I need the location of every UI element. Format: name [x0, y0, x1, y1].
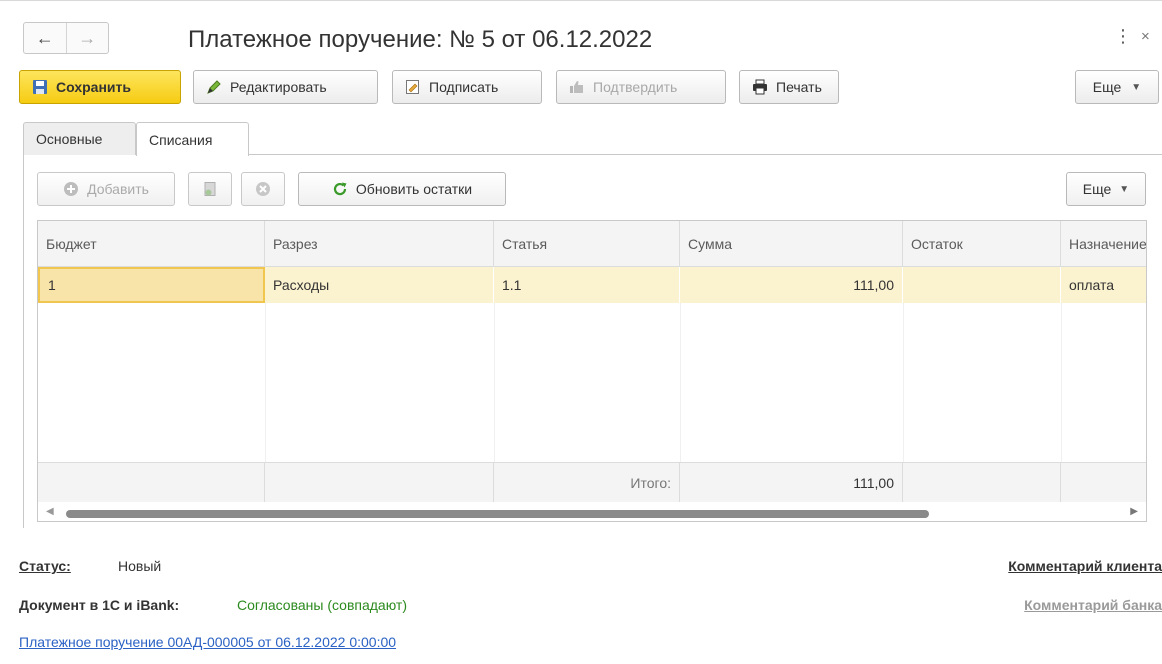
- confirm-button[interactable]: Подтвердить: [556, 70, 726, 104]
- forward-arrow-icon[interactable]: →: [65, 23, 109, 53]
- history-nav: ← →: [23, 22, 109, 54]
- table-more-button[interactable]: Еще ▼: [1066, 172, 1146, 206]
- more-menu-icon[interactable]: ⋮: [1114, 26, 1132, 46]
- save-button[interactable]: Сохранить: [19, 70, 181, 104]
- add-row-button[interactable]: Добавить: [37, 172, 175, 206]
- delete-circle-icon: [256, 182, 270, 196]
- close-icon[interactable]: ×: [1141, 27, 1150, 47]
- refresh-icon: [333, 182, 347, 196]
- scrollbar-thumb[interactable]: [66, 510, 929, 518]
- cell-article[interactable]: 1.1: [494, 267, 680, 303]
- column-header-article[interactable]: Статья: [494, 221, 680, 266]
- table-footer: Итого: 111,00: [38, 462, 1146, 502]
- footer-cell: [903, 463, 1061, 502]
- bank-comment-link[interactable]: Комментарий банка: [1024, 597, 1162, 613]
- edit-button[interactable]: Редактировать: [193, 70, 378, 104]
- scroll-left-icon[interactable]: ◀: [46, 506, 54, 517]
- table-row[interactable]: 1 Расходы 1.1 111,00 оплата: [38, 267, 1146, 303]
- title-bar: ← → Платежное поручение: № 5 от 06.12.20…: [0, 0, 1162, 60]
- sync-status: Согласованы (совпадают): [237, 597, 407, 613]
- tab-main[interactable]: Основные: [23, 122, 136, 155]
- dropdown-arrow-icon: ▼: [1119, 183, 1130, 195]
- table-empty-area: [38, 303, 1146, 462]
- copy-row-button[interactable]: [188, 172, 232, 206]
- page-title: Платежное поручение: № 5 от 06.12.2022: [188, 26, 653, 53]
- print-label: Печать: [776, 79, 822, 95]
- more-button[interactable]: Еще ▼: [1075, 70, 1159, 104]
- sign-document-icon: [406, 80, 419, 94]
- pencil-icon: [207, 80, 221, 94]
- column-header-purpose[interactable]: Назначение: [1061, 221, 1146, 266]
- column-header-budget[interactable]: Бюджет: [38, 221, 265, 266]
- payment-order-link[interactable]: Платежное поручение 00АД-000005 от 06.12…: [19, 634, 396, 650]
- print-button[interactable]: Печать: [739, 70, 839, 104]
- status-label[interactable]: Статус:: [19, 558, 71, 574]
- more-label: Еще: [1092, 79, 1122, 95]
- more-label: Еще: [1082, 181, 1112, 197]
- copy-document-icon: [204, 182, 216, 196]
- footer-cell: [1061, 463, 1146, 502]
- status-value: Новый: [118, 558, 162, 574]
- totals-label: Итого:: [494, 463, 680, 502]
- tab-label: Списания: [149, 131, 213, 148]
- tab-label: Основные: [36, 131, 103, 147]
- sign-label: Подписать: [429, 79, 499, 95]
- edit-label: Редактировать: [230, 79, 327, 95]
- floppy-disk-icon: [33, 80, 47, 94]
- cell-amount[interactable]: 111,00: [680, 267, 903, 303]
- horizontal-scrollbar[interactable]: ◀ ▶: [38, 504, 1146, 521]
- delete-row-button[interactable]: [241, 172, 285, 206]
- dropdown-arrow-icon: ▼: [1131, 81, 1142, 93]
- save-label: Сохранить: [56, 79, 131, 95]
- sign-button[interactable]: Подписать: [392, 70, 542, 104]
- thumbs-up-icon: [570, 81, 583, 93]
- client-comment-link[interactable]: Комментарий клиента: [1008, 558, 1162, 574]
- plus-circle-icon: [64, 182, 79, 196]
- column-header-amount[interactable]: Сумма: [680, 221, 903, 266]
- cell-section[interactable]: Расходы: [265, 267, 494, 303]
- refresh-label: Обновить остатки: [355, 181, 473, 197]
- sync-label: Документ в 1С и iBank:: [19, 597, 180, 613]
- cell-budget[interactable]: 1: [38, 267, 265, 303]
- footer-cell: [265, 463, 494, 502]
- footer-cell: [38, 463, 265, 502]
- tab-writeoffs[interactable]: Списания: [136, 122, 249, 156]
- refresh-balances-button[interactable]: Обновить остатки: [298, 172, 506, 206]
- column-header-section[interactable]: Разрез: [265, 221, 494, 266]
- confirm-label: Подтвердить: [593, 79, 678, 95]
- totals-amount: 111,00: [680, 463, 903, 502]
- table-header: Бюджет Разрез Статья Сумма Остаток Назна…: [38, 221, 1146, 267]
- column-header-balance[interactable]: Остаток: [903, 221, 1061, 266]
- cell-balance[interactable]: [903, 267, 1061, 303]
- add-label: Добавить: [87, 181, 149, 197]
- back-arrow-icon[interactable]: ←: [24, 23, 66, 53]
- cell-purpose[interactable]: оплата: [1061, 267, 1146, 303]
- scroll-right-icon[interactable]: ▶: [1130, 506, 1138, 517]
- writeoffs-table[interactable]: Бюджет Разрез Статья Сумма Остаток Назна…: [37, 220, 1147, 522]
- printer-icon: [753, 79, 767, 95]
